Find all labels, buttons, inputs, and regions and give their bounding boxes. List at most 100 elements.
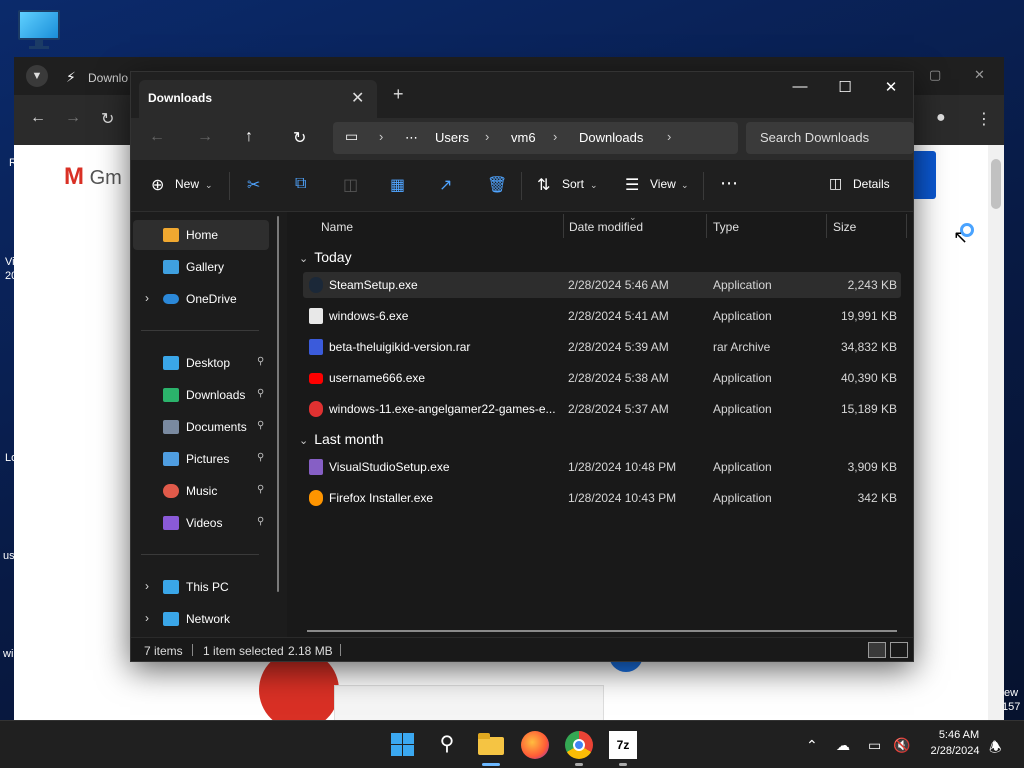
table-row[interactable]: windows-11.exe-angelgamer22-games-e... 2… <box>303 396 901 422</box>
sidebar-item-onedrive[interactable]: › OneDrive <box>133 284 269 314</box>
forward-icon[interactable]: → <box>197 128 213 146</box>
blank-file-icon <box>309 308 323 324</box>
onedrive-offline-icon[interactable]: ☁ <box>836 737 850 754</box>
refresh-icon[interactable]: ↻ <box>293 128 306 148</box>
pin-icon[interactable]: ⚲ <box>257 420 264 431</box>
chevron-right-icon[interactable]: › <box>485 129 489 144</box>
copy-icon[interactable]: ⧉ <box>295 175 306 193</box>
delete-icon[interactable]: 🗑 <box>487 175 507 195</box>
start-windows-icon[interactable] <box>389 731 417 759</box>
search-input[interactable] <box>760 130 910 145</box>
sidebar-item-documents[interactable]: Documents ⚲ <box>133 412 269 442</box>
sidebar-item-this-pc[interactable]: › This PC <box>133 572 269 602</box>
chevron-right-icon[interactable]: › <box>379 129 383 144</box>
this-pc-desktop-icon[interactable] <box>18 10 62 50</box>
firefox-icon[interactable] <box>521 731 549 759</box>
sidebar-item-downloads[interactable]: Downloads ⚲ <box>133 380 269 410</box>
chevron-right-icon[interactable]: › <box>145 611 149 625</box>
pin-icon[interactable]: ⚲ <box>257 484 264 495</box>
table-row[interactable]: username666.exe 2/28/2024 5:38 AM Applic… <box>303 365 901 391</box>
maximize-icon[interactable]: ☐ <box>822 78 868 96</box>
profile-icon[interactable]: ● <box>936 109 946 127</box>
clock-date[interactable]: 2/28/2024 <box>920 745 990 757</box>
more-options-icon[interactable]: ⋯ <box>720 173 738 194</box>
steam-icon <box>309 277 323 293</box>
group-header-last-month[interactable]: ⌄ Last month <box>299 431 383 447</box>
volume-muted-icon[interactable]: 🔇 <box>893 737 910 754</box>
chevron-up-icon[interactable]: ⌃ <box>806 737 818 754</box>
sidebar-item-home[interactable]: Home <box>133 220 269 250</box>
search-box[interactable] <box>746 122 914 154</box>
close-tab-icon[interactable]: ✕ <box>351 88 364 108</box>
network-tray-icon[interactable]: ▭ <box>868 737 881 754</box>
chrome-icon[interactable] <box>565 731 593 759</box>
computer-icon[interactable]: ▭ <box>345 128 358 145</box>
7zip-icon[interactable]: 7z <box>609 731 637 759</box>
tiles-view-icon[interactable] <box>890 642 908 658</box>
firefox-installer-icon <box>309 490 323 506</box>
pin-icon[interactable]: ⚲ <box>257 452 264 463</box>
clock-time[interactable]: 5:46 AM <box>924 729 994 741</box>
sidebar-item-videos[interactable]: Videos ⚲ <box>133 508 269 538</box>
table-row[interactable]: windows-6.exe 2/28/2024 5:41 AM Applicat… <box>303 303 901 329</box>
chevron-right-icon[interactable]: › <box>553 129 557 144</box>
browser-scrollbar[interactable] <box>988 145 1004 720</box>
breadcrumb-downloads[interactable]: Downloads <box>579 130 643 145</box>
table-row[interactable]: Firefox Installer.exe 1/28/2024 10:43 PM… <box>303 485 901 511</box>
browser-back-icon[interactable]: ← <box>30 109 46 127</box>
rename-icon[interactable]: ▦ <box>390 175 405 195</box>
notification-bell-icon[interactable]: 🕭 <box>989 737 1002 761</box>
tab-downloads[interactable]: Downloads ✕ <box>139 80 377 118</box>
sidebar-item-desktop[interactable]: Desktop ⚲ <box>133 348 269 378</box>
up-icon[interactable]: ↑ <box>245 128 253 146</box>
gmail-m-icon: M <box>64 163 84 190</box>
address-bar: ← → ↑ ↻ ▭ › ⋯ Users › vm6 › Downloads › <box>131 118 914 160</box>
horizontal-scrollbar[interactable] <box>307 630 897 632</box>
pin-icon[interactable]: ⚲ <box>257 516 264 527</box>
navigation-scrollbar[interactable] <box>277 216 279 592</box>
paste-icon[interactable]: ◫ <box>343 175 358 195</box>
sidebar-item-gallery[interactable]: Gallery <box>133 252 269 282</box>
table-row[interactable]: SteamSetup.exe 2/28/2024 5:46 AM Applica… <box>303 272 901 298</box>
details-button[interactable]: Details <box>853 177 890 191</box>
browser-reload-icon[interactable]: ↻ <box>101 109 114 129</box>
browser-close-icon[interactable]: ✕ <box>974 67 985 83</box>
back-icon[interactable]: ← <box>149 128 165 146</box>
column-type[interactable]: Type <box>713 220 739 234</box>
chevron-down-icon[interactable]: ⌄ <box>681 180 689 191</box>
breadcrumb-users[interactable]: Users <box>435 130 469 145</box>
chevron-right-icon[interactable]: › <box>667 129 671 144</box>
breadcrumb[interactable]: ▭ › ⋯ Users › vm6 › Downloads › <box>333 122 738 154</box>
chevron-down-icon[interactable]: ⌄ <box>205 180 213 191</box>
sort-button[interactable]: Sort <box>562 177 584 191</box>
chevron-right-icon[interactable]: › <box>145 291 149 305</box>
column-name[interactable]: Name <box>321 220 353 234</box>
pin-icon[interactable]: ⚲ <box>257 356 264 367</box>
tab-list-button[interactable]: ▼ <box>26 65 48 87</box>
new-button[interactable]: New <box>175 177 199 191</box>
chevron-down-icon[interactable]: ⌄ <box>590 180 598 191</box>
browser-maximize-icon[interactable]: ▢ <box>929 67 941 83</box>
chevron-right-icon[interactable]: › <box>145 579 149 593</box>
search-icon[interactable]: ⚲ <box>433 731 461 759</box>
browser-forward-icon[interactable]: → <box>65 109 81 127</box>
file-explorer-taskbar-icon[interactable] <box>477 731 505 759</box>
table-row[interactable]: beta-theluigikid-version.rar 2/28/2024 5… <box>303 334 901 360</box>
more-locations-icon[interactable]: ⋯ <box>405 130 418 146</box>
sidebar-item-pictures[interactable]: Pictures ⚲ <box>133 444 269 474</box>
column-size[interactable]: Size <box>833 220 856 234</box>
new-tab-button[interactable]: + <box>393 84 404 105</box>
table-row[interactable]: VisualStudioSetup.exe 1/28/2024 10:48 PM… <box>303 454 901 480</box>
group-header-today[interactable]: ⌄ Today <box>299 249 352 265</box>
pin-icon[interactable]: ⚲ <box>257 388 264 399</box>
details-view-icon[interactable] <box>868 642 886 658</box>
minimize-icon[interactable]: — <box>777 78 823 95</box>
view-button[interactable]: View <box>650 177 676 191</box>
sidebar-item-network[interactable]: › Network <box>133 604 269 634</box>
close-window-icon[interactable]: ✕ <box>868 78 914 96</box>
cut-icon[interactable]: ✂ <box>247 175 260 195</box>
sidebar-item-music[interactable]: Music ⚲ <box>133 476 269 506</box>
breadcrumb-vm6[interactable]: vm6 <box>511 130 536 145</box>
share-icon[interactable]: ↗ <box>439 175 452 195</box>
browser-menu-icon[interactable]: ⋮ <box>976 109 992 129</box>
